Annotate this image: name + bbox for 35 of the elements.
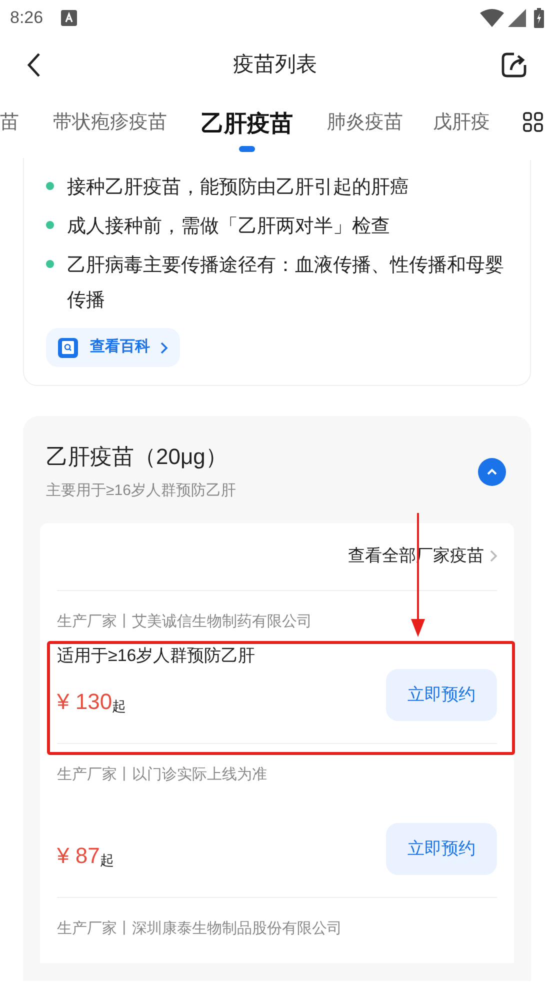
chevron-right-icon	[160, 342, 168, 354]
keyboard-notification-icon	[61, 10, 78, 26]
chevron-up-icon	[486, 468, 498, 476]
price: ¥ 130	[57, 689, 112, 715]
info-bullet: 接种乙肝疫苗，能预防由乙肝引起的肝癌	[67, 176, 409, 200]
price-suffix: 起	[112, 697, 126, 715]
vaccine-group-title: 乙肝疫苗（20μg）	[46, 443, 228, 471]
manufacturer-label: 生产厂家丨深圳康泰生物制品股份有限公司	[57, 918, 343, 938]
category-tab[interactable]: 乙肝疫苗	[201, 106, 293, 140]
tab-indicator	[239, 146, 255, 152]
vaccine-group-subtitle: 主要用于≥16岁人群预防乙肝	[46, 481, 236, 501]
status-time: 8:26	[10, 7, 44, 30]
collapse-button[interactable]	[478, 458, 506, 486]
grid-menu-icon[interactable]	[523, 112, 543, 132]
price-suffix: 起	[100, 850, 114, 868]
page-title: 疫苗列表	[233, 52, 317, 78]
battery-icon	[534, 8, 544, 28]
category-tab[interactable]: 苗	[0, 109, 19, 138]
wifi-icon	[480, 9, 504, 27]
manufacturer-label: 生产厂家丨以门诊实际上线为准	[57, 765, 268, 785]
category-tab[interactable]: 戊肝疫	[433, 109, 490, 138]
category-tab[interactable]: 肺炎疫苗	[327, 109, 403, 138]
signal-icon	[508, 9, 526, 27]
manufacturer-label: 生产厂家丨艾美诚信生物制药有限公司	[57, 612, 313, 632]
info-bullet: 成人接种前，需做「乙肝两对半」检查	[67, 215, 390, 239]
chevron-right-icon	[490, 550, 497, 562]
book-search-icon	[58, 338, 78, 358]
category-tab[interactable]: 带状疱疹疫苗	[53, 109, 167, 138]
share-button[interactable]	[500, 51, 528, 79]
info-bullet: 乙肝病毒主要传播途径有：血液传播、性传播和母婴传播	[67, 254, 505, 313]
encyclopedia-link[interactable]: 查看百科	[46, 328, 180, 367]
product-description: 适用于≥16岁人群预防乙肝	[57, 645, 256, 667]
book-now-button[interactable]: 立即预约	[386, 669, 497, 721]
book-now-button[interactable]: 立即预约	[386, 822, 497, 874]
price: ¥ 87	[57, 842, 100, 868]
